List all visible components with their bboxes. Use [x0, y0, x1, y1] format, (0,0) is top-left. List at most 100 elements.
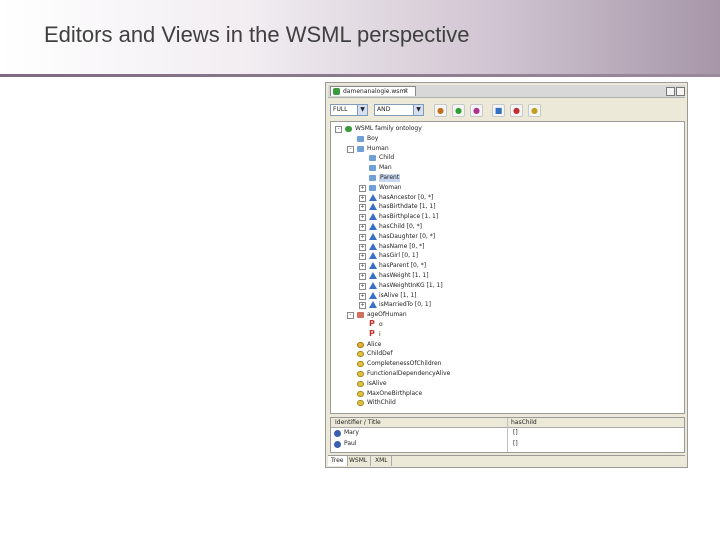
tree-item[interactable]: - WSML family ontology [331, 125, 681, 133]
folder-icon [357, 145, 364, 152]
instance-name: Mary [344, 429, 359, 436]
attribute-icon [369, 262, 377, 270]
expand-icon[interactable]: + [359, 224, 366, 231]
table-row[interactable]: Mary [] [331, 428, 684, 438]
expand-icon[interactable]: + [359, 263, 366, 271]
tree-item-label: WithChild [367, 399, 396, 407]
tree-item[interactable]: + hasChild [0, *] [331, 223, 681, 231]
tree-item-label: hasGirl [0, 1] [379, 252, 419, 260]
column-header-identifier[interactable]: Identifier / Title [335, 418, 381, 427]
tree-item[interactable]: + hasBirthdate [1, 1] [331, 203, 681, 212]
tree-item-label: CompletenessOfChildren [367, 360, 442, 368]
expand-icon[interactable]: + [359, 184, 366, 192]
attribute-icon [369, 272, 377, 279]
tree-item[interactable]: + Woman [331, 184, 681, 192]
expand-icon[interactable]: + [359, 282, 366, 290]
tree-item[interactable]: WithChild [331, 399, 681, 407]
tree-item[interactable]: FunctionalDependencyAlive [331, 370, 681, 378]
attribute-icon [369, 213, 377, 221]
instance-icon [334, 441, 341, 448]
person-icon[interactable]: ● [510, 104, 523, 117]
tree-item[interactable]: + isAlive [1, 1] [331, 291, 681, 300]
axiom-icon [357, 351, 364, 358]
tree-item-label: isMarriedTo [0, 1] [379, 301, 431, 309]
add-icon[interactable]: ● [452, 104, 465, 117]
refresh-icon[interactable]: ● [434, 104, 447, 117]
expand-icon[interactable]: + [359, 302, 366, 310]
wsml-file-icon [333, 88, 340, 95]
axiom-icon [357, 371, 364, 377]
tree-item[interactable]: MaxOneBirthplace [331, 390, 681, 398]
tree-item-label: hasParent [0, *] [379, 262, 427, 270]
ontology-icon [345, 126, 352, 132]
tree-item[interactable]: Pi [331, 329, 681, 339]
axiom-icon[interactable]: ● [528, 104, 541, 117]
editor-page-tabs: Tree WSML XML [328, 455, 685, 467]
expand-icon[interactable]: + [359, 233, 366, 241]
expand-icon[interactable]: + [359, 204, 366, 212]
tree-item-label: hasWeightInKG [1, 1] [379, 281, 443, 289]
tree-item[interactable]: CompletenessOfChildren [331, 360, 681, 368]
tree-item-label: Parent [379, 174, 401, 182]
tree-item[interactable]: + hasGirl [0, 1] [331, 252, 681, 261]
tree-item[interactable]: + hasName [0, *] [331, 242, 681, 251]
tab-xml[interactable]: XML [372, 456, 392, 466]
tree-item[interactable]: + hasWeight [1, 1] [331, 272, 681, 280]
tree-item[interactable]: + hasDaughter [0, *] [331, 232, 681, 241]
tab-wsml[interactable]: WSML [346, 456, 372, 466]
tree-item[interactable]: Boy [331, 135, 681, 143]
expand-icon[interactable]: + [359, 292, 366, 300]
filter-icon[interactable]: ● [470, 104, 483, 117]
tree-item-label: isAlive [1, 1] [379, 291, 417, 299]
tree-item[interactable]: + hasAncestor [0, *] [331, 193, 681, 202]
tree-item[interactable]: - ageOfHuman [331, 311, 681, 320]
attribute-icon [369, 291, 377, 299]
minimize-button[interactable] [666, 87, 675, 96]
maximize-button[interactable] [676, 87, 685, 96]
tab-tree[interactable]: Tree [328, 456, 348, 466]
tree-item-label: IsAlive [367, 379, 387, 387]
chevron-down-icon[interactable]: ▼ [357, 105, 367, 115]
tree-item-label: ChildDef [367, 350, 393, 358]
column-header-haschild[interactable]: hasChild [511, 418, 537, 427]
slide-header: Editors and Views in the WSML perspectiv… [0, 0, 720, 77]
tree-item[interactable]: + hasParent [0, *] [331, 262, 681, 271]
tree-item-label: hasDaughter [0, *] [379, 232, 436, 240]
tree-item[interactable]: - Human [331, 145, 681, 153]
tree-item-label: MaxOneBirthplace [367, 389, 423, 397]
ontology-tree[interactable]: - WSML family ontology Boy - Human Child Man Pa… [330, 121, 685, 414]
tree-item-label: i [379, 330, 381, 338]
tree-item[interactable]: Man [331, 164, 681, 172]
tree-item-label: o [379, 321, 383, 328]
operator-select[interactable]: AND ▼ [374, 104, 424, 116]
expand-icon[interactable]: + [359, 194, 366, 202]
expand-icon[interactable]: + [359, 243, 366, 251]
parameter-icon: P [369, 319, 375, 328]
editor-tab[interactable]: damenanalogie.wsml × [330, 86, 416, 96]
tree-item[interactable]: Child [331, 154, 681, 162]
tree-item[interactable]: + hasBirthplace [1, 1] [331, 213, 681, 222]
tree-item[interactable]: Parent [331, 174, 681, 182]
attribute-icon [369, 242, 377, 250]
tree-item-label: hasChild [0, *] [379, 223, 422, 230]
collapse-icon[interactable]: - [347, 312, 354, 320]
expand-icon[interactable]: + [359, 214, 366, 222]
tree-item-label: FunctionalDependencyAlive [367, 370, 451, 377]
close-icon[interactable]: × [403, 87, 409, 96]
collapse-icon[interactable]: - [347, 145, 354, 153]
tree-item-label: hasBirthplace [1, 1] [379, 213, 439, 221]
tree-item[interactable]: + isMarriedTo [0, 1] [331, 301, 681, 310]
collapse-icon[interactable]: - [335, 126, 342, 133]
table-row[interactable]: Paul [] [331, 439, 684, 449]
expand-icon[interactable]: + [359, 253, 366, 261]
tree-item[interactable]: IsAlive [331, 380, 681, 388]
folder-icon[interactable]: ■ [492, 104, 505, 117]
tree-item[interactable]: Po [331, 319, 681, 329]
tree-item[interactable]: + hasWeightInKG [1, 1] [331, 281, 681, 290]
tree-item[interactable]: ChildDef [331, 350, 681, 358]
expand-icon[interactable]: + [359, 273, 366, 280]
variant-select[interactable]: FULL ▼ [330, 104, 368, 116]
chevron-down-icon[interactable]: ▼ [413, 105, 423, 115]
attribute-icon [369, 252, 377, 260]
tree-item[interactable]: Alice [331, 341, 681, 349]
